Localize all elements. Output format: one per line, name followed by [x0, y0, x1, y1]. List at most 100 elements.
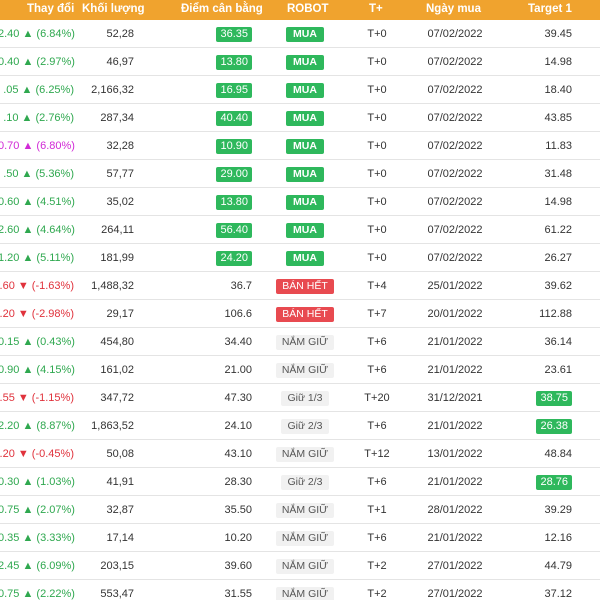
header-tplus[interactable]: T+ [369, 0, 383, 20]
equilibrium-cell: 28.30 [188, 468, 252, 496]
robot-cell: NẮM GIỮ [268, 580, 342, 600]
header-robot[interactable]: ROBOT [287, 0, 329, 20]
table-row[interactable]: .60 ▼ (-1.63%) 1,488,32 36.7 BÁN HẾT T+4 25/0… [0, 272, 600, 300]
buy-date-value: 07/02/2022 [427, 28, 483, 40]
volume-value: 553,47 [100, 588, 134, 600]
table-row[interactable]: 1.20 ▲ (5.11%) 181,99 24.20 MUA T+0 07/02/202… [0, 244, 600, 272]
tplus-value: T+0 [367, 84, 387, 96]
robot-cell: BÁN HẾT [268, 300, 342, 328]
table-row[interactable]: 0.60 ▲ (4.51%) 35,02 13.80 MUA T+0 07/02/2022… [0, 188, 600, 216]
robot-signal-buy-badge: MUA [286, 222, 324, 238]
change-value: 0.75 ▲ (2.07%) [0, 504, 75, 516]
robot-cell: Giữ 2/3 [268, 412, 342, 440]
header-change[interactable]: Thay đổi [27, 0, 74, 20]
change-value: .05 ▲ (6.25%) [3, 84, 74, 96]
tplus-value: T+2 [367, 588, 387, 600]
table-row[interactable]: 2.40 ▲ (6.84%) 52,28 36.35 MUA T+0 07/02/2022… [0, 20, 600, 48]
target-cell: 36.14 [506, 328, 572, 356]
change-value: 2.20 ▲ (8.87%) [0, 420, 75, 432]
target-value: 61.22 [544, 224, 572, 236]
target-value: 48.84 [544, 448, 572, 460]
table-row[interactable]: 0.90 ▲ (4.15%) 161,02 21.00 NẮM GIỮ T+6 21/01… [0, 356, 600, 384]
change-value: .20 ▼ (-0.45%) [0, 448, 74, 460]
tplus-value: T+2 [367, 560, 387, 572]
buy-date-value: 21/01/2022 [427, 420, 483, 432]
buy-date-value: 13/01/2022 [427, 448, 483, 460]
tplus-value: T+0 [367, 224, 387, 236]
equilibrium-value: 39.60 [224, 560, 252, 572]
volume-value: 1,863,52 [91, 420, 134, 432]
table-row[interactable]: 2.45 ▲ (6.09%) 203,15 39.60 NẮM GIỮ T+2 27/01… [0, 552, 600, 580]
robot-cell: MUA [268, 216, 342, 244]
table-row[interactable]: .20 ▼ (-2.98%) 29,17 106.6 BÁN HẾT T+7 20/01/… [0, 300, 600, 328]
table-row[interactable]: 0.75 ▲ (2.22%) 553,47 31.55 NẮM GIỮ T+2 27/01… [0, 580, 600, 600]
equilibrium-cell: 106.6 [188, 300, 252, 328]
change-value: 0.15 ▲ (0.43%) [0, 336, 75, 348]
header-target[interactable]: Target 1 [528, 0, 572, 20]
robot-cell: MUA [268, 48, 342, 76]
robot-signal-hold-badge: Giữ 2/3 [281, 418, 329, 434]
tplus-value: T+6 [367, 364, 387, 376]
header-buy-date[interactable]: Ngày mua [426, 0, 481, 20]
equilibrium-badge: 10.90 [216, 138, 252, 154]
target-cell: 39.45 [506, 20, 572, 48]
header-volume[interactable]: Khối lượng [82, 0, 145, 20]
robot-cell: NẮM GIỮ [268, 328, 342, 356]
robot-signal-buy-badge: MUA [286, 54, 324, 70]
equilibrium-badge: 13.80 [216, 54, 252, 70]
robot-signal-hold-badge: NẮM GIỮ [275, 530, 335, 546]
change-value: 0.60 ▲ (4.51%) [0, 196, 75, 208]
equilibrium-value: 31.55 [224, 588, 252, 600]
change-value: .20 ▼ (-2.98%) [0, 308, 74, 320]
change-value: 0.40 ▲ (2.97%) [0, 56, 75, 68]
target-cell: 39.62 [506, 272, 572, 300]
target-cell: 44.79 [506, 552, 572, 580]
table-row[interactable]: .05 ▲ (6.25%) 2,166,32 16.95 MUA T+0 07/02/20… [0, 76, 600, 104]
equilibrium-cell: 43.10 [188, 440, 252, 468]
equilibrium-cell: 24.20 [188, 244, 252, 272]
change-value: 2.40 ▲ (6.84%) [0, 28, 75, 40]
target-cell: 43.85 [506, 104, 572, 132]
header-equilibrium[interactable]: Điểm cân bằng [181, 0, 263, 20]
volume-value: 35,02 [106, 196, 134, 208]
buy-date-value: 21/01/2022 [427, 364, 483, 376]
table-row[interactable]: 0.75 ▲ (2.07%) 32,87 35.50 NẮM GIỮ T+1 28/01/… [0, 496, 600, 524]
table-row[interactable]: .20 ▼ (-0.45%) 50,08 43.10 NẮM GIỮ T+12 13/01… [0, 440, 600, 468]
robot-cell: NẮM GIỮ [268, 356, 342, 384]
table-row[interactable]: .50 ▲ (5.36%) 57,77 29.00 MUA T+0 07/02/2022 3… [0, 160, 600, 188]
equilibrium-badge: 24.20 [216, 250, 252, 266]
equilibrium-badge: 56.40 [216, 222, 252, 238]
buy-date-value: 27/01/2022 [427, 588, 483, 600]
robot-cell: NẮM GIỮ [268, 496, 342, 524]
table-row[interactable]: 2.20 ▲ (8.87%) 1,863,52 24.10 Giữ 2/3 T+6 21/… [0, 412, 600, 440]
table-row[interactable]: 0.15 ▲ (0.43%) 454,80 34.40 NẮM GIỮ T+6 21/01… [0, 328, 600, 356]
equilibrium-value: 34.40 [224, 336, 252, 348]
target-value: 12.16 [544, 532, 572, 544]
change-value: 2.60 ▲ (4.64%) [0, 224, 75, 236]
target-cell: 39.29 [506, 496, 572, 524]
buy-date-value: 27/01/2022 [427, 560, 483, 572]
change-value: 0.30 ▲ (1.03%) [0, 476, 75, 488]
robot-cell: Giữ 2/3 [268, 468, 342, 496]
target-cell: 48.84 [506, 440, 572, 468]
target-cell: 31.48 [506, 160, 572, 188]
equilibrium-badge: 16.95 [216, 82, 252, 98]
table-row[interactable]: 0.40 ▲ (2.97%) 46,97 13.80 MUA T+0 07/02/2022… [0, 48, 600, 76]
equilibrium-value: 106.6 [224, 308, 252, 320]
robot-signal-hold-badge: NẮM GIỮ [275, 502, 335, 518]
target-reached-badge: 28.76 [536, 474, 572, 490]
equilibrium-cell: 29.00 [188, 160, 252, 188]
volume-value: 46,97 [106, 56, 134, 68]
table-row[interactable]: 0.35 ▲ (3.33%) 17,14 10.20 NẮM GIỮ T+6 21/01/… [0, 524, 600, 552]
robot-signal-hold-badge: NẮM GIỮ [275, 586, 335, 600]
table-row[interactable]: 0.70 ▲ (6.80%) 32,28 10.90 MUA T+0 07/02/2022… [0, 132, 600, 160]
table-row[interactable]: .55 ▼ (-1.15%) 347,72 47.30 Giữ 1/3 T+20 31/1… [0, 384, 600, 412]
volume-value: 41,91 [106, 476, 134, 488]
buy-date-value: 21/01/2022 [427, 476, 483, 488]
table-row[interactable]: 0.30 ▲ (1.03%) 41,91 28.30 Giữ 2/3 T+6 21/01/… [0, 468, 600, 496]
table-row[interactable]: 2.60 ▲ (4.64%) 264,11 56.40 MUA T+0 07/02/202… [0, 216, 600, 244]
table-row[interactable]: .10 ▲ (2.76%) 287,34 40.40 MUA T+0 07/02/2022… [0, 104, 600, 132]
robot-cell: MUA [268, 76, 342, 104]
target-value: 18.40 [544, 84, 572, 96]
target-value: 23.61 [544, 364, 572, 376]
